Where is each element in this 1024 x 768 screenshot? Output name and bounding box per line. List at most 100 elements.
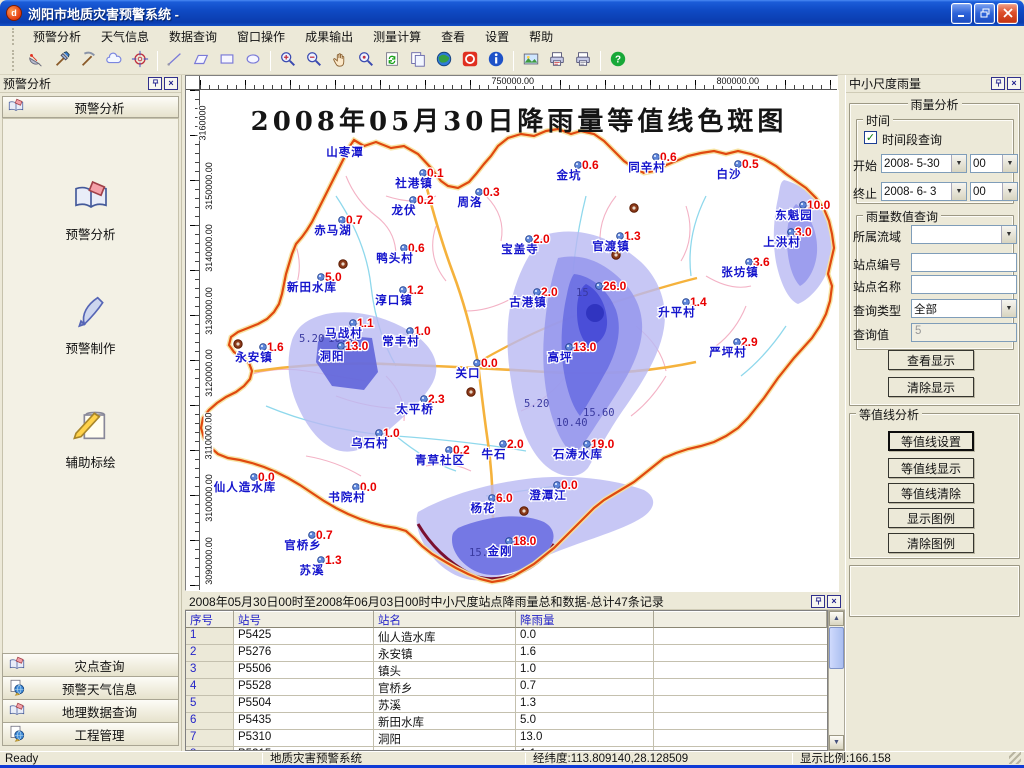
hammer-button[interactable] — [50, 49, 74, 72]
map-canvas[interactable]: 5.2010.40155.2015.6010.4015.6 山枣潭0.1社港镇0… — [200, 90, 839, 592]
print-map-button[interactable] — [545, 49, 569, 72]
table-cell: 4 — [186, 679, 234, 696]
help-button[interactable]: ? — [606, 49, 630, 72]
contour-button-2[interactable]: 等值线显示 — [888, 458, 974, 478]
chevron-down-icon[interactable]: ▼ — [951, 183, 966, 200]
scrollbar-thumb[interactable] — [829, 627, 844, 669]
titlebar[interactable]: d 浏阳市地质灾害预警系统 - — [0, 0, 1024, 26]
left-bottom-bar-2[interactable]: 预警天气信息 — [2, 676, 179, 700]
table-header-1[interactable]: 序号 — [186, 611, 234, 628]
table-cell: 永安镇 — [374, 645, 516, 662]
chevron-down-icon[interactable]: ▼ — [1002, 183, 1017, 200]
menu-item-5[interactable]: 成果输出 — [295, 28, 363, 46]
menu-item-3[interactable]: 数据查询 — [159, 28, 227, 46]
rainfall-table[interactable]: 序号站号站名降雨量1P5425仙人造水库0.02P5276永安镇1.63P550… — [185, 610, 828, 751]
chevron-down-icon[interactable]: ▼ — [1001, 300, 1016, 317]
line-tool-button[interactable] — [163, 49, 187, 72]
table-row[interactable]: 7P5310洞阳13.0 — [186, 730, 827, 747]
table-header-3[interactable]: 站名 — [374, 611, 516, 628]
contour-button-1[interactable]: 等值线设置 — [888, 431, 974, 451]
table-row[interactable]: 6P5435新田水库5.0 — [186, 713, 827, 730]
close-icon[interactable]: × — [827, 595, 841, 608]
info-button[interactable] — [484, 49, 508, 72]
left-bottom-bar-3[interactable]: 地理数据查询 — [2, 699, 179, 723]
end-date-select[interactable]: 2008- 6- 3 ▼ — [881, 182, 967, 201]
close-icon[interactable]: × — [1007, 77, 1021, 90]
stop-button[interactable] — [458, 49, 482, 72]
pan-button[interactable] — [328, 49, 352, 72]
table-scrollbar[interactable]: ▲ ▼ — [828, 610, 845, 751]
table-row[interactable]: 2P5276永安镇1.6 — [186, 645, 827, 662]
map-panel[interactable]: 750000.00800000.00 31600003150000.003140… — [185, 75, 838, 591]
chevron-down-icon[interactable]: ▼ — [951, 155, 966, 172]
menu-item-7[interactable]: 查看 — [431, 28, 475, 46]
start-hour-select[interactable]: 00 ▼ — [970, 154, 1018, 173]
table-cell: 2 — [186, 645, 234, 662]
time-range-checkbox[interactable]: ✓ — [864, 131, 877, 144]
polygon-tool-button[interactable] — [189, 49, 213, 72]
zoom-center-button[interactable] — [354, 49, 378, 72]
pin-icon[interactable] — [148, 77, 162, 90]
cloud-button[interactable] — [102, 49, 126, 72]
menu-item-1[interactable]: 预警分析 — [23, 28, 91, 46]
station-name-input[interactable] — [911, 275, 1017, 294]
start-date-select[interactable]: 2008- 5-30 ▼ — [881, 154, 967, 173]
svg-text:张坊镇: 张坊镇 — [721, 265, 759, 279]
zoom-in-button[interactable] — [276, 49, 300, 72]
table-row[interactable]: 3P5506镇头1.0 — [186, 662, 827, 679]
table-row[interactable]: 1P5425仙人造水库0.0 — [186, 628, 827, 645]
table-row[interactable]: 5P5504苏溪1.3 — [186, 696, 827, 713]
close-icon[interactable]: × — [164, 77, 178, 90]
rectangle-tool-button[interactable] — [215, 49, 239, 72]
scroll-up-icon[interactable]: ▲ — [829, 611, 844, 626]
left-panel-header[interactable]: 预警分析 — [2, 96, 179, 118]
svg-text:0.5: 0.5 — [742, 157, 759, 171]
menu-item-6[interactable]: 测量计算 — [363, 28, 431, 46]
left-bottom-bar-4[interactable]: 工程管理 — [2, 722, 179, 746]
menu-item-8[interactable]: 设置 — [475, 28, 519, 46]
toolbar-grip[interactable] — [12, 50, 17, 72]
basin-select[interactable]: ▼ — [911, 225, 1017, 244]
menubar-grip[interactable] — [12, 28, 17, 45]
query-type-select[interactable]: 全部 ▼ — [911, 299, 1017, 318]
refresh-button[interactable] — [380, 49, 404, 72]
pick-button[interactable] — [76, 49, 100, 72]
scroll-down-icon[interactable]: ▼ — [829, 735, 844, 750]
zoom-out-button[interactable] — [302, 49, 326, 72]
ruler-label: 3110000.00 — [203, 413, 213, 460]
restore-button[interactable] — [974, 3, 995, 24]
view-display-button[interactable]: 查看显示 — [888, 350, 974, 370]
empty-group — [849, 565, 1020, 617]
left-item-2[interactable]: 预警制作 — [3, 291, 178, 357]
globe-button[interactable] — [432, 49, 456, 72]
left-item-3[interactable]: 辅助标绘 — [3, 405, 178, 471]
satellite-dish-button[interactable] — [24, 49, 48, 72]
ellipse-tool-button[interactable] — [241, 49, 265, 72]
print-button[interactable] — [571, 49, 595, 72]
image-button[interactable] — [519, 49, 543, 72]
station-id-input[interactable] — [911, 253, 1017, 272]
left-item-1[interactable]: 预警分析 — [3, 177, 178, 243]
close-button[interactable] — [997, 3, 1018, 24]
table-header-4[interactable]: 降雨量 — [516, 611, 654, 628]
target-button[interactable] — [128, 49, 152, 72]
left-bottom-bar-1[interactable]: 灾点查询 — [2, 653, 179, 677]
table-header-2[interactable]: 站号 — [234, 611, 374, 628]
end-hour-select[interactable]: 00 ▼ — [970, 182, 1018, 201]
pin-icon[interactable] — [991, 77, 1005, 90]
contour-button-4[interactable]: 显示图例 — [888, 508, 974, 528]
copy-button[interactable] — [406, 49, 430, 72]
menu-item-2[interactable]: 天气信息 — [91, 28, 159, 46]
contour-button-3[interactable]: 等值线清除 — [888, 483, 974, 503]
contour-button-5[interactable]: 清除图例 — [888, 533, 974, 553]
pin-icon[interactable] — [811, 595, 825, 608]
clear-display-button[interactable]: 清除显示 — [888, 377, 974, 397]
menu-item-4[interactable]: 窗口操作 — [227, 28, 295, 46]
minimize-button[interactable] — [951, 3, 972, 24]
chevron-down-icon[interactable]: ▼ — [1002, 155, 1017, 172]
svg-text:13.0: 13.0 — [573, 340, 597, 354]
table-row[interactable]: 4P5528官桥乡0.7 — [186, 679, 827, 696]
resize-grip[interactable] — [1009, 752, 1021, 764]
chevron-down-icon[interactable]: ▼ — [1001, 226, 1016, 243]
menu-item-9[interactable]: 帮助 — [519, 28, 563, 46]
